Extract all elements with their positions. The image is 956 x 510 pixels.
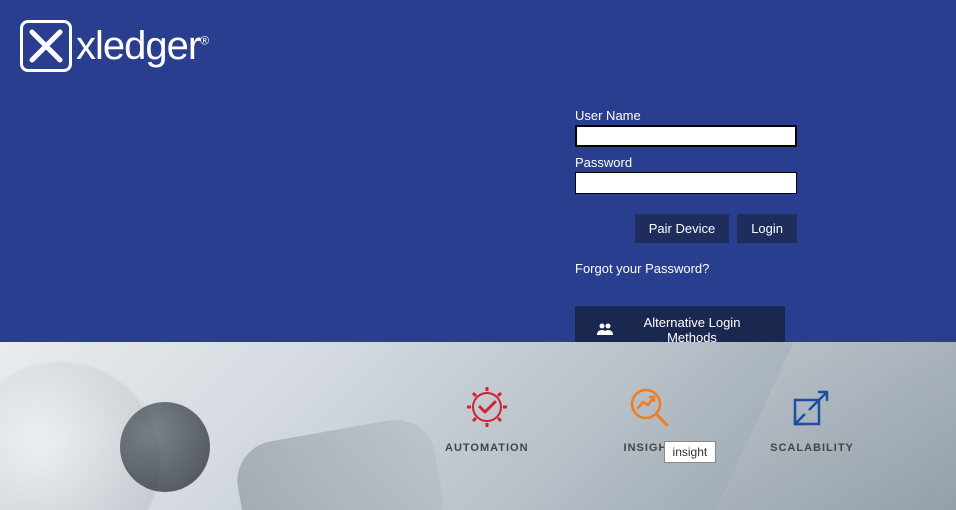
gear-check-icon: [466, 386, 508, 428]
username-label: User Name: [575, 108, 797, 123]
login-form: User Name Password Pair Device Login For…: [575, 108, 797, 354]
chart-magnifier-icon: [628, 386, 670, 428]
users-icon: [597, 322, 613, 339]
decorative-shape: [231, 414, 449, 510]
login-button-row: Pair Device Login: [575, 214, 797, 243]
brand-logo: xledger®: [20, 20, 208, 72]
expand-arrows-icon: [791, 386, 833, 428]
features-banner: AUTOMATION INSIGHT insight: [0, 342, 956, 510]
username-input[interactable]: [575, 125, 797, 147]
forgot-password-link[interactable]: Forgot your Password?: [575, 261, 709, 276]
login-button[interactable]: Login: [737, 214, 797, 243]
feature-insight[interactable]: INSIGHT insight: [624, 386, 676, 454]
features-row: AUTOMATION INSIGHT insight: [445, 386, 854, 454]
login-panel: xledger® User Name Password Pair Device …: [0, 0, 956, 342]
password-input[interactable]: [575, 172, 797, 194]
feature-label: AUTOMATION: [445, 442, 529, 454]
tooltip: insight: [664, 441, 717, 463]
logo-mark-icon: [20, 20, 72, 72]
feature-automation[interactable]: AUTOMATION: [445, 386, 529, 454]
pair-device-button[interactable]: Pair Device: [635, 214, 729, 243]
feature-scalability[interactable]: SCALABILITY: [770, 386, 854, 454]
alternative-login-label: Alternative Login Methods: [621, 315, 763, 345]
brand-name: xledger®: [76, 24, 208, 69]
decorative-shape: [120, 402, 210, 492]
feature-label: SCALABILITY: [770, 442, 854, 454]
password-label: Password: [575, 155, 797, 170]
